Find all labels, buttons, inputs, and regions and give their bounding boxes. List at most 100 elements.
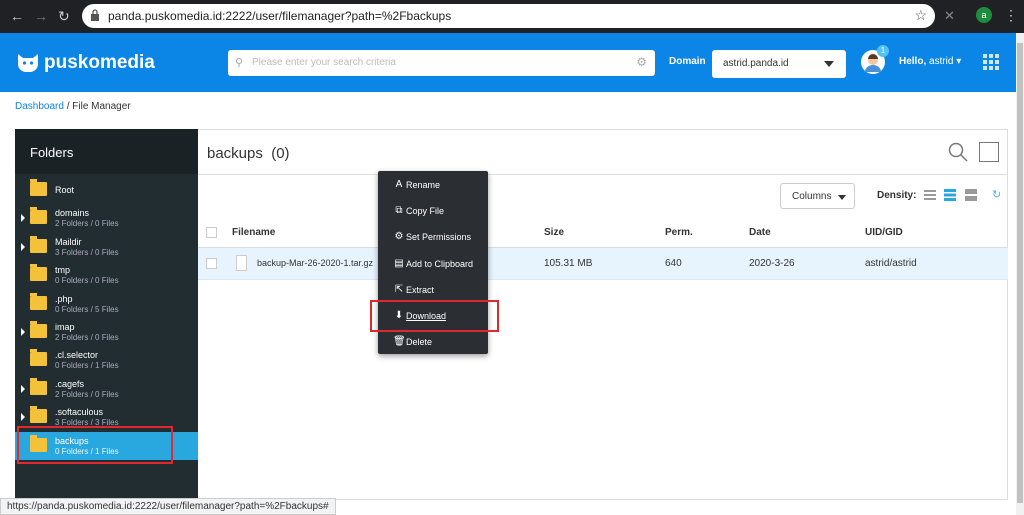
permissions-icon: ⚙: [394, 231, 404, 243]
columns-button[interactable]: Columns: [780, 183, 855, 209]
rename-icon: A: [395, 179, 403, 190]
row-filename[interactable]: backup-Mar-26-2020-1.tar.gz: [257, 258, 373, 268]
folder-name: Maildir: [55, 236, 82, 247]
folder-icon: [30, 377, 47, 395]
menu-item-set-permissions[interactable]: ⚙ Set Permissions: [378, 224, 488, 250]
menu-item-extract[interactable]: ⇱ Extract: [378, 277, 488, 303]
sidebar-item-root[interactable]: Root: [15, 176, 198, 204]
folder-info: 0 Folders / 0 Files: [55, 276, 119, 286]
sidebar-item-maildir[interactable]: Maildir 3 Folders / 0 Files: [15, 233, 198, 261]
browser-menu-icon[interactable]: ⋮: [1004, 7, 1018, 24]
folder-icon: [30, 406, 47, 424]
back-arrow-icon[interactable]: ←: [10, 8, 24, 24]
archive-file-icon: [236, 255, 247, 271]
menu-item-rename[interactable]: A Rename: [378, 172, 488, 198]
expand-arrow-icon[interactable]: [21, 214, 25, 223]
row-date: 2020-3-26: [749, 258, 795, 269]
sidebar-item-domains[interactable]: domains 2 Folders / 0 Files: [15, 204, 198, 232]
sidebar-item-cl-selector[interactable]: .cl.selector 0 Folders / 1 Files: [15, 346, 198, 374]
breadcrumb: Dashboard / File Manager: [15, 101, 131, 112]
menu-item-label: Rename: [406, 180, 441, 190]
expand-arrow-icon[interactable]: [21, 413, 25, 422]
copy-icon: ⧉: [395, 205, 403, 217]
folder-info: 0 Folders / 1 Files: [55, 361, 119, 371]
profile-avatar[interactable]: a: [976, 7, 992, 23]
breadcrumb-dashboard-link[interactable]: Dashboard: [15, 101, 64, 112]
highlight-box-backups: [17, 426, 173, 464]
menu-item-label: Add to Clipboard: [406, 258, 474, 269]
folder-icon: [30, 179, 47, 196]
col-date[interactable]: Date: [749, 227, 771, 238]
domain-select[interactable]: astrid.panda.id: [712, 50, 846, 78]
search-zoom-icon[interactable]: [948, 142, 968, 162]
search-settings-icon[interactable]: ⚙: [636, 55, 647, 69]
expand-arrow-icon[interactable]: [21, 328, 25, 336]
sidebar-item-cagefs[interactable]: .cagefs 2 Folders / 0 Files: [15, 375, 198, 403]
folder-icon: [30, 292, 47, 310]
sidebar-item-php[interactable]: .php 0 Folders / 5 Files: [15, 290, 198, 318]
scrollbar-thumb[interactable]: [1017, 43, 1023, 503]
density-label: Density:: [877, 190, 917, 201]
density-comfortable-icon[interactable]: [965, 189, 977, 201]
folder-info: 3 Folders / 0 Files: [55, 247, 119, 257]
folder-info: 0 Folders / 5 Files: [55, 304, 119, 314]
row-checkbox[interactable]: [206, 258, 217, 269]
search-input[interactable]: Please enter your search criteria: [252, 57, 396, 68]
highlight-box-download: [370, 300, 499, 332]
logo[interactable]: puskomedia: [16, 52, 155, 74]
menu-item-label: Delete: [406, 337, 433, 348]
address-bar[interactable]: panda.puskomedia.id:2222/user/filemanage…: [82, 4, 935, 28]
folder-name: .php: [55, 293, 73, 304]
row-perm: 640: [665, 258, 682, 269]
browser-toolbar: ← → ↻ panda.puskomedia.id:2222/user/file…: [0, 0, 1024, 33]
folder-name: domains: [55, 208, 90, 219]
sidebar-item-imap[interactable]: imap 2 Folders / 0 Files: [15, 318, 198, 346]
col-uid[interactable]: UID/GID: [865, 227, 903, 238]
notification-badge[interactable]: 1: [877, 45, 889, 57]
menu-item-add-to-clipboard[interactable]: ▤ Add to Clipboard: [378, 251, 488, 277]
expand-arrow-icon[interactable]: [21, 384, 25, 393]
extension-icon[interactable]: ✕: [944, 8, 955, 24]
density-normal-icon[interactable]: [944, 189, 956, 201]
sidebar-item-tmp[interactable]: tmp 0 Folders / 0 Files: [15, 261, 198, 289]
fullscreen-icon[interactable]: [979, 142, 999, 162]
col-filename[interactable]: Filename: [232, 227, 275, 238]
refresh-icon[interactable]: ↻: [992, 188, 1001, 201]
search-icon: ⚲: [235, 57, 244, 69]
breadcrumb-current: File Manager: [72, 101, 131, 112]
menu-item-delete[interactable]: 🗑 Delete: [378, 329, 488, 355]
panel-title: backups (0): [207, 145, 290, 162]
folder-info: 2 Folders / 0 Files: [55, 333, 119, 342]
search-bar[interactable]: ⚲ Please enter your search criteria ⚙: [228, 50, 655, 76]
expand-arrow-icon[interactable]: [21, 242, 25, 251]
panel-header: backups (0): [198, 130, 1008, 175]
apps-grid-icon[interactable]: [983, 54, 999, 70]
folder-name: tmp: [55, 265, 71, 276]
menu-item-copy-file[interactable]: ⧉ Copy File: [378, 198, 488, 224]
bookmark-star-icon[interactable]: ☆: [914, 7, 927, 24]
domain-label: Domain: [669, 56, 706, 67]
table-header: Filename Size Perm. Date UID/GID: [198, 218, 1008, 248]
app-header: puskomedia ⚲ Please enter your search cr…: [0, 33, 1016, 92]
status-bar-link: https://panda.puskomedia.id:2222/user/fi…: [0, 498, 336, 515]
trash-icon: 🗑: [393, 336, 406, 348]
folder-info: 2 Folders / 0 Files: [55, 219, 119, 229]
logo-mark-icon: [18, 54, 38, 72]
user-greeting[interactable]: Hello, astrid ▾: [899, 56, 961, 67]
reload-icon[interactable]: ↻: [58, 8, 70, 25]
col-perm[interactable]: Perm.: [665, 227, 693, 238]
domain-value: astrid.panda.id: [723, 58, 789, 69]
folder-icon: [30, 207, 47, 225]
table-row[interactable]: backup-Mar-26-2020-1.tar.gz 105.31 MB 64…: [198, 248, 1008, 280]
row-uid: astrid/astrid: [865, 258, 917, 269]
menu-item-label: Copy File: [406, 206, 445, 217]
page-scrollbar[interactable]: [1016, 33, 1024, 515]
file-panel: backups (0) Columns Density: ↻ Filename …: [198, 129, 1008, 500]
density-compact-icon[interactable]: [924, 189, 936, 201]
clipboard-icon: ▤: [394, 257, 404, 269]
select-all-checkbox[interactable]: [206, 227, 217, 238]
folder-icon: [30, 349, 47, 367]
forward-arrow-icon[interactable]: →: [34, 8, 48, 24]
col-size[interactable]: Size: [544, 227, 564, 238]
folder-name: Root: [55, 185, 75, 195]
